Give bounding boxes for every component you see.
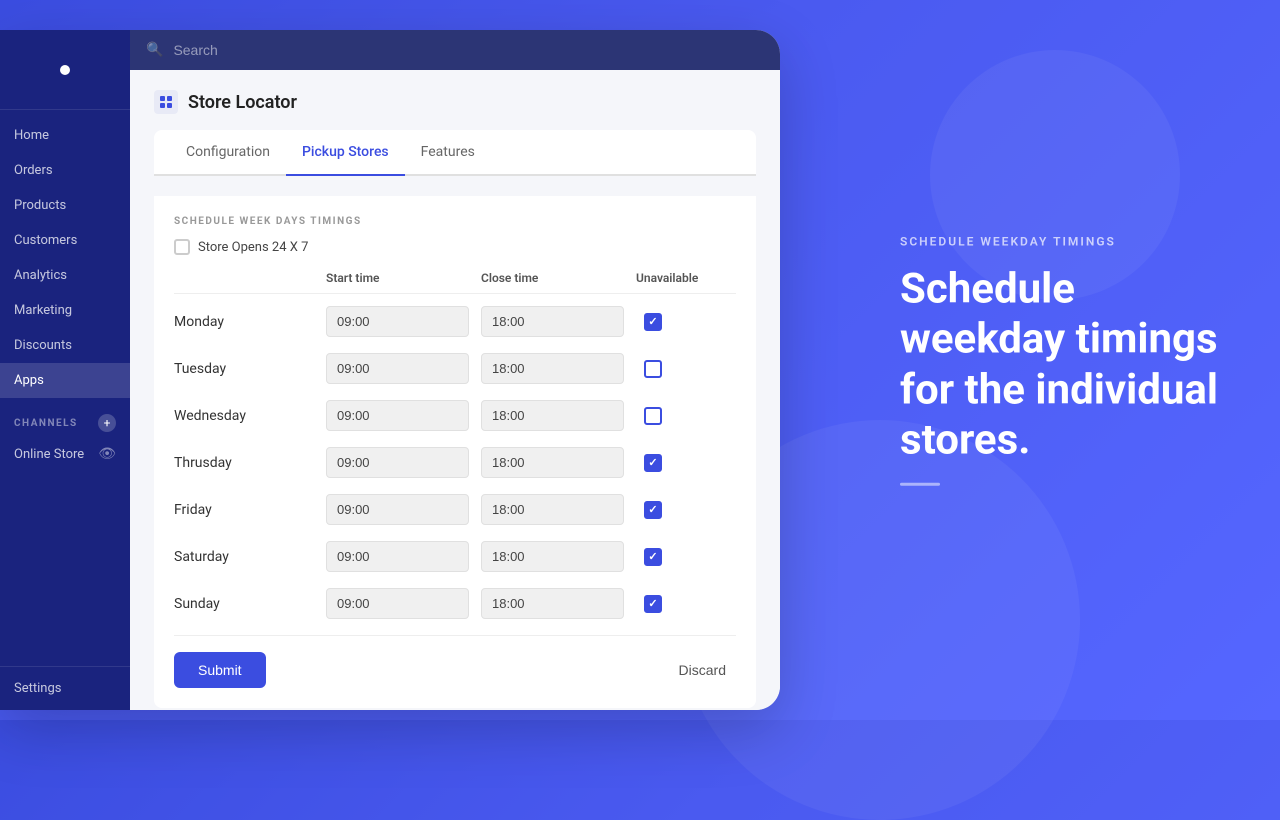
unavailable-checkbox-sunday[interactable]: [644, 595, 662, 613]
search-icon: 🔍: [146, 42, 163, 58]
tab-pickup-stores[interactable]: Pickup Stores: [286, 130, 405, 176]
sidebar: Home Orders Products Customers Analytics…: [0, 30, 130, 710]
unavailable-checkbox-friday[interactable]: [644, 501, 662, 519]
col-start-time: Start time: [326, 271, 469, 285]
tabs: Configuration Pickup Stores Features: [154, 130, 756, 176]
search-input[interactable]: [173, 42, 764, 58]
day-label-sunday: Sunday: [174, 596, 314, 612]
start-time-thursday[interactable]: [326, 447, 469, 478]
table-row: Wednesday: [174, 392, 736, 439]
table-row: Thrusday: [174, 439, 736, 486]
sidebar-item-customers[interactable]: Customers: [0, 223, 130, 258]
day-label-thursday: Thrusday: [174, 455, 314, 471]
col-unavailable: Unavailable: [636, 271, 736, 285]
day-label-tuesday: Tuesday: [174, 361, 314, 377]
start-time-monday[interactable]: [326, 306, 469, 337]
table-header: Start time Close time Unavailable: [174, 271, 736, 294]
tab-configuration[interactable]: Configuration: [170, 130, 286, 176]
day-label-friday: Friday: [174, 502, 314, 518]
close-time-saturday[interactable]: [481, 541, 624, 572]
logo-dot: [60, 65, 70, 75]
close-time-wednesday[interactable]: [481, 400, 624, 431]
sidebar-item-products[interactable]: Products: [0, 188, 130, 223]
right-panel-divider: [900, 482, 940, 485]
sidebar-channels-section: CHANNELS +: [0, 398, 130, 438]
close-time-tuesday[interactable]: [481, 353, 624, 384]
sidebar-logo: [0, 30, 130, 110]
sidebar-item-home[interactable]: Home: [0, 118, 130, 153]
start-time-friday[interactable]: [326, 494, 469, 525]
store-opens-row: Store Opens 24 X 7: [174, 239, 736, 255]
unavailable-checkbox-monday[interactable]: [644, 313, 662, 331]
table-row: Friday: [174, 486, 736, 533]
close-time-thursday[interactable]: [481, 447, 624, 478]
schedule-rows: Monday Tuesday Wednesday: [174, 298, 736, 627]
day-label-monday: Monday: [174, 314, 314, 330]
page-title: Store Locator: [188, 92, 297, 113]
unavailable-checkbox-tuesday[interactable]: [644, 360, 662, 378]
schedule-card: SCHEDULE WEEK DAYS TIMINGS Store Opens 2…: [154, 196, 756, 708]
sidebar-nav: Home Orders Products Customers Analytics…: [0, 110, 130, 666]
right-panel-subtitle: SCHEDULE WEEKDAY TIMINGS: [900, 235, 1220, 249]
sidebar-item-discounts[interactable]: Discounts: [0, 328, 130, 363]
table-row: Tuesday: [174, 345, 736, 392]
sidebar-item-apps[interactable]: Apps: [0, 363, 130, 398]
day-label-wednesday: Wednesday: [174, 408, 314, 424]
sidebar-bottom: Settings: [0, 666, 130, 710]
search-bar: 🔍: [130, 30, 780, 70]
discard-button[interactable]: Discard: [669, 652, 736, 688]
start-time-saturday[interactable]: [326, 541, 469, 572]
add-channel-button[interactable]: +: [98, 414, 116, 432]
day-label-saturday: Saturday: [174, 549, 314, 565]
sidebar-item-marketing[interactable]: Marketing: [0, 293, 130, 328]
page-content: Store Locator Configuration Pickup Store…: [130, 70, 780, 710]
unavailable-checkbox-thursday[interactable]: [644, 454, 662, 472]
col-close-time: Close time: [481, 271, 624, 285]
col-day: [174, 271, 314, 285]
store-locator-icon: [154, 90, 178, 114]
close-time-monday[interactable]: [481, 306, 624, 337]
table-row: Sunday: [174, 580, 736, 627]
table-row: Monday: [174, 298, 736, 345]
close-time-sunday[interactable]: [481, 588, 624, 619]
submit-button[interactable]: Submit: [174, 652, 266, 688]
eye-icon: 👁: [98, 446, 116, 462]
schedule-table: Start time Close time Unavailable Monday…: [174, 271, 736, 627]
unavailable-checkbox-wednesday[interactable]: [644, 407, 662, 425]
sidebar-item-online-store[interactable]: Online Store 👁: [0, 438, 130, 470]
main-content: 🔍 Store Locator Configuration: [130, 30, 780, 710]
table-row: Saturday: [174, 533, 736, 580]
page-header: Store Locator: [154, 90, 756, 114]
store-opens-label: Store Opens 24 X 7: [198, 240, 308, 255]
start-time-wednesday[interactable]: [326, 400, 469, 431]
start-time-sunday[interactable]: [326, 588, 469, 619]
store-opens-checkbox[interactable]: [174, 239, 190, 255]
sidebar-item-settings[interactable]: Settings: [14, 681, 116, 696]
schedule-section-title: SCHEDULE WEEK DAYS TIMINGS: [174, 216, 736, 227]
sidebar-item-orders[interactable]: Orders: [0, 153, 130, 188]
unavailable-checkbox-saturday[interactable]: [644, 548, 662, 566]
start-time-tuesday[interactable]: [326, 353, 469, 384]
action-bar: Submit Discard: [174, 635, 736, 688]
close-time-friday[interactable]: [481, 494, 624, 525]
right-panel-title: Schedule weekday timings for the individ…: [900, 265, 1220, 467]
right-panel: SCHEDULE WEEKDAY TIMINGS Schedule weekda…: [900, 235, 1220, 486]
channels-label: CHANNELS: [14, 418, 78, 429]
sidebar-item-analytics[interactable]: Analytics: [0, 258, 130, 293]
main-card: Home Orders Products Customers Analytics…: [0, 30, 780, 710]
tab-features[interactable]: Features: [405, 130, 491, 176]
